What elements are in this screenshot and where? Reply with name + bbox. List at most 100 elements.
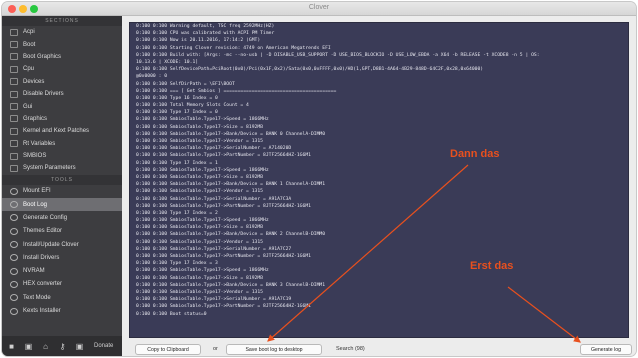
log-line: 0:100 0:100 Starting Clover revision: 47… [136,45,331,51]
acpi-icon [10,28,18,36]
export-icon[interactable]: ▣ [24,342,33,351]
save-log-to-desktop-button[interactable]: Save boot log to desktop [226,344,322,355]
sections-list: Acpi Boot Boot Graphics Cpu Devices Disable D… [2,26,122,175]
log-line: 0:100 0:100 SmbiosTable.Type17->SerialNu… [136,246,292,252]
log-line: 0:100 0:100 SmbiosTable.Type17->Size = 8… [136,275,263,281]
log-line: 0:100 0:100 SmbiosTable.Type17->Vendor =… [136,189,263,195]
section-item-label: Boot Graphics [23,53,62,60]
tool-item-mount-efi[interactable]: Mount EFI [2,185,122,198]
section-item-smbios[interactable]: SMBIOS [2,150,122,162]
section-item-kernel-kext-patches[interactable]: Kernel and Kext Patches [2,125,122,137]
tool-item-label: Boot Log [23,201,48,208]
tool-item-label: Install Drivers [23,254,60,261]
section-item-label: Rt Variables [23,140,56,147]
section-item-disable-drivers[interactable]: Disable Drivers [2,88,122,100]
log-line: 0:100 0:100 CPU was calibrated with ACPI… [136,31,275,37]
or-label: or [213,346,218,352]
bottom-toolbar: Copy to Clipboard or Save boot log to de… [122,340,636,356]
tool-item-label: HEX converter [23,281,63,288]
tool-item-nvram[interactable]: NVRAM [2,264,122,277]
tool-item-label: Themes Editor [23,228,63,235]
tool-item-label: Mount EFI [23,188,51,195]
log-line: 0:100 0:100 SmbiosTable.Type17->SerialNu… [136,196,292,202]
tools-header: TOOLS [2,174,122,185]
tool-item-label: Kexts Installer [23,308,61,314]
hex-converter-icon [10,280,18,288]
section-item-cpu[interactable]: Cpu [2,63,122,75]
tool-item-label: Generate Config [23,214,68,221]
gui-icon [10,103,18,111]
log-line: 0:100 0:100 SelfDevicePath=PciRoot(0x0)/… [136,67,484,73]
log-line: 0:100 0:100 SmbiosTable.Type17->SerialNu… [136,146,292,152]
log-line: 0:100 0:100 SmbiosTable.Type17->PartNumb… [136,304,311,310]
section-item-graphics[interactable]: Graphics [2,113,122,125]
tool-item-boot-log[interactable]: Boot Log [2,197,122,212]
mount-efi-icon [10,187,18,195]
copy-to-clipboard-button[interactable]: Copy to Clipboard [135,344,201,355]
tool-item-themes-editor[interactable]: Themes Editor [2,225,122,238]
paypal-icon[interactable]: ▣ [75,342,84,351]
boot-graphics-icon [10,53,18,61]
section-item-label: Cpu [23,66,35,73]
section-item-rt-variables[interactable]: Rt Variables [2,138,122,150]
boot-log-view[interactable]: 0:100 0:100 Warning default, TSC freq 25… [129,22,629,338]
log-line: 0:100 0:100 SmbiosTable.Type17->Bank/Dev… [136,131,326,137]
section-item-label: Devices [23,78,45,85]
section-item-label: Graphics [23,115,48,122]
share-icon[interactable]: ⚷ [58,342,67,351]
log-line: 0:100 0:100 SmbiosTable.Type17->Bank/Dev… [136,282,326,288]
section-item-system-parameters[interactable]: System Parameters [2,162,122,174]
tool-item-label: Install/Update Clover [23,241,79,248]
generate-log-button[interactable]: Generate log [580,344,632,355]
log-line: 0:100 0:100 SmbiosTable.Type17->Vendor =… [136,139,263,144]
import-icon[interactable]: ■ [7,342,16,351]
section-item-label: SMBIOS [23,153,47,160]
log-line: 0:100 0:100 SmbiosTable.Type17->PartNumb… [136,254,311,259]
section-item-gui[interactable]: Gui [2,100,122,112]
text-mode-icon [10,294,18,302]
graphics-icon [10,115,18,123]
generate-config-icon [10,214,18,222]
tool-item-hex-converter[interactable]: HEX converter [2,278,122,291]
kexts-installer-icon [10,307,18,315]
tool-item-label: Text Mode [23,294,51,301]
annotation-dann-das: Dann das [450,148,500,160]
section-item-boot-graphics[interactable]: Boot Graphics [2,51,122,63]
tool-item-install-clover[interactable]: Install/Update Clover [2,238,122,251]
log-line: 0:100 0:100 SmbiosTable.Type17->PartNumb… [136,153,311,159]
log-line: 0:100 0:100 SmbiosTable.Type17->Size = 8… [136,174,263,180]
log-line: 0:100 0:100 Type 16 Index = 0 [136,95,218,101]
section-item-label: Acpi [23,29,35,36]
window-title: Clover [308,4,330,11]
section-item-boot[interactable]: Boot [2,38,122,50]
tools-list: Mount EFI Boot Log Generate Config Themes E… [2,185,122,318]
log-line: 0:100 0:100 Total Memory Slots Count = 4 [136,103,249,109]
log-line: 0:100 0:100 Now is 20.11.2016, 17:14:2 (… [136,38,261,44]
log-line: 0:100 0:100 === [ Get Smbios ] =========… [136,88,337,94]
section-item-devices[interactable]: Devices [2,76,122,88]
log-line: 0:100 0:100 SelfDirPath = \EFI\BOOT [136,81,235,87]
sidebar: SECTIONS Acpi Boot Boot Graphics Cpu Devices… [2,16,122,356]
log-line: 0:100 0:100 SmbiosTable.Type17->Vendor =… [136,289,263,295]
tool-item-kexts-installer[interactable]: Kexts Installer [2,304,122,317]
kernel-kext-patches-icon [10,127,18,135]
section-item-acpi[interactable]: Acpi [2,26,122,38]
boot-icon [10,41,18,49]
tool-item-text-mode[interactable]: Text Mode [2,291,122,304]
boot-log-icon [10,201,18,209]
home-icon[interactable]: ⌂ [41,342,50,351]
section-item-label: Kernel and Kext Patches [23,128,90,135]
sections-header: SECTIONS [2,16,122,26]
system-parameters-icon [10,164,18,172]
cpu-icon [10,65,18,73]
log-line: 0:100 0:100 SmbiosTable.Type17->Size = 8… [136,124,263,130]
themes-editor-icon [10,227,18,235]
tool-item-generate-config[interactable]: Generate Config [2,211,122,224]
sidebar-footer: ■ ▣ ⌂ ⚷ ▣ Donate [2,336,122,356]
donate-label[interactable]: Donate [94,343,113,349]
log-line: 0:100 0:100 SmbiosTable.Type17->Speed = … [136,167,269,173]
log-line: 0:100 0:100 SmbiosTable.Type17->SerialNu… [136,297,292,303]
log-line: 0:100 0:100 Build with: [Args: -mc --no-… [136,52,540,58]
log-line: 0:100 0:100 Warning default, TSC freq 25… [136,24,275,29]
tool-item-install-drivers[interactable]: Install Drivers [2,251,122,264]
